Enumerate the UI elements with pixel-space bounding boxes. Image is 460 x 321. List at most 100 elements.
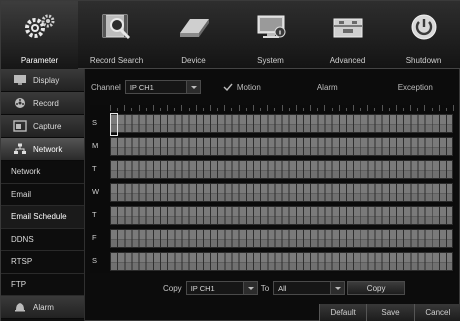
nav-parameter[interactable]: Parameter (1, 1, 78, 69)
ruler-tick (338, 105, 340, 111)
sidebar-item-record-label: Record (33, 98, 59, 108)
day-cells[interactable] (110, 229, 453, 248)
sidebar-item-display-label: Display (33, 75, 60, 85)
schedule-row-thursday[interactable]: T (90, 204, 455, 228)
nav-shutdown[interactable]: Shutdown (386, 1, 460, 69)
nav-advanced-label: Advanced (329, 56, 366, 65)
nav-device[interactable]: Device (155, 1, 232, 69)
chevron-down-icon (242, 282, 257, 294)
sidebar-subitem-email[interactable]: Email (1, 183, 84, 206)
toolbox-icon (333, 18, 362, 38)
nav-record-search-label: Record Search (89, 56, 144, 65)
ruler-tick (267, 105, 269, 111)
sidebar-subitem-email-schedule[interactable]: Email Schedule (1, 206, 84, 229)
sidebar-item-alarm[interactable]: Alarm (1, 296, 84, 319)
sidebar-item-network[interactable]: Network (1, 138, 84, 161)
ruler-tick (238, 105, 240, 111)
ruler-tick (138, 105, 140, 111)
sidebar-item-capture[interactable]: Capture (1, 115, 84, 138)
ruler-tick (360, 108, 362, 111)
ruler-tick (195, 105, 197, 111)
ruler-tick (367, 105, 369, 111)
nav-device-label: Device (181, 56, 206, 65)
schedule-row-friday[interactable]: F (90, 227, 455, 251)
to-label: To (260, 283, 270, 293)
nav-advanced[interactable]: Advanced (309, 1, 386, 69)
day-cells[interactable] (110, 114, 453, 133)
ruler-tick (274, 108, 276, 111)
ruler-tick (410, 105, 412, 111)
dvr-settings-window: Parameter Record Search Device System Ad… (0, 0, 460, 321)
gears-icon (24, 14, 54, 38)
weekly-schedule-grid[interactable]: S M T W T F S (90, 105, 455, 273)
selection-cursor[interactable] (110, 113, 118, 136)
default-button[interactable]: Default (319, 304, 367, 321)
nav-record-search[interactable]: Record Search (78, 1, 155, 69)
ruler-tick (167, 105, 169, 111)
alarm-option-label[interactable]: Alarm (317, 83, 338, 92)
ruler-tick (252, 105, 254, 111)
ruler-tick (381, 105, 383, 111)
nav-parameter-label: Parameter (20, 56, 59, 65)
sidebar-subitem-ftp[interactable]: FTP (1, 273, 84, 296)
sidebar-subitem-ddns[interactable]: DDNS (1, 228, 84, 251)
schedule-row-wednesday[interactable]: W (90, 181, 455, 205)
copy-to-value: All (278, 283, 287, 293)
alarm-icon (15, 303, 25, 312)
copy-label: Copy (163, 283, 182, 293)
nav-system-label: System (257, 56, 284, 65)
ruler-tick (202, 108, 204, 111)
day-label: W (92, 187, 100, 196)
ruler-tick (417, 108, 419, 111)
copy-from-select[interactable]: IP CH1 (185, 281, 258, 295)
copy-from-value: IP CH1 (190, 283, 215, 293)
ruler-tick (181, 105, 183, 111)
ruler-tick (352, 105, 354, 111)
ruler-tick (302, 108, 304, 111)
nav-system[interactable]: System (232, 1, 309, 69)
day-cells[interactable] (110, 137, 453, 156)
ruler-tick (124, 105, 126, 111)
schedule-row-tuesday[interactable]: T (90, 158, 455, 182)
ruler-tick (117, 108, 119, 111)
schedule-row-saturday[interactable]: S (90, 250, 455, 274)
day-label: S (92, 118, 98, 127)
motion-option[interactable]: Motion (223, 83, 261, 92)
channel-select[interactable]: IP CH1 (124, 80, 201, 94)
day-label: F (92, 233, 97, 242)
sidebar-subitem-rtsp[interactable]: RTSP (1, 251, 84, 274)
ruler-tick (453, 105, 454, 111)
ruler-tick (317, 108, 319, 111)
network-icon (14, 143, 26, 154)
save-button[interactable]: Save (366, 304, 414, 321)
day-cells[interactable] (110, 252, 453, 271)
schedule-row-sunday[interactable]: S (90, 112, 455, 136)
ruler-tick (424, 105, 426, 111)
top-navigation: Parameter Record Search Device System Ad… (1, 1, 460, 69)
monitor-info-icon (257, 15, 285, 38)
ruler-tick (310, 105, 312, 111)
ruler-tick (281, 105, 283, 111)
bottom-action-bar: Default Save Cancel (319, 304, 460, 321)
day-cells[interactable] (110, 160, 453, 179)
copy-to-select[interactable]: All (273, 281, 346, 295)
copy-button[interactable]: Copy (347, 281, 406, 295)
schedule-header: Channel IP CH1 Motion Alarm Exception (87, 77, 459, 97)
ruler-tick (245, 108, 247, 111)
day-label: M (92, 141, 99, 150)
day-cells[interactable] (110, 183, 453, 202)
ruler-tick (374, 108, 376, 111)
record-reel-icon (15, 98, 25, 108)
day-label: S (92, 256, 98, 265)
ruler-tick (345, 108, 347, 111)
day-cells[interactable] (110, 206, 453, 225)
sidebar-item-display[interactable]: Display (1, 69, 84, 92)
copy-row: Copy IP CH1 To All Copy (87, 280, 459, 296)
sidebar-subitem-network[interactable]: Network (1, 161, 84, 184)
sidebar-item-record[interactable]: Record (1, 92, 84, 115)
ruler-tick (288, 108, 290, 111)
cancel-button[interactable]: Cancel (413, 304, 460, 321)
exception-option-label[interactable]: Exception (398, 83, 433, 92)
schedule-row-monday[interactable]: M (90, 135, 455, 159)
ruler-tick (131, 108, 133, 111)
